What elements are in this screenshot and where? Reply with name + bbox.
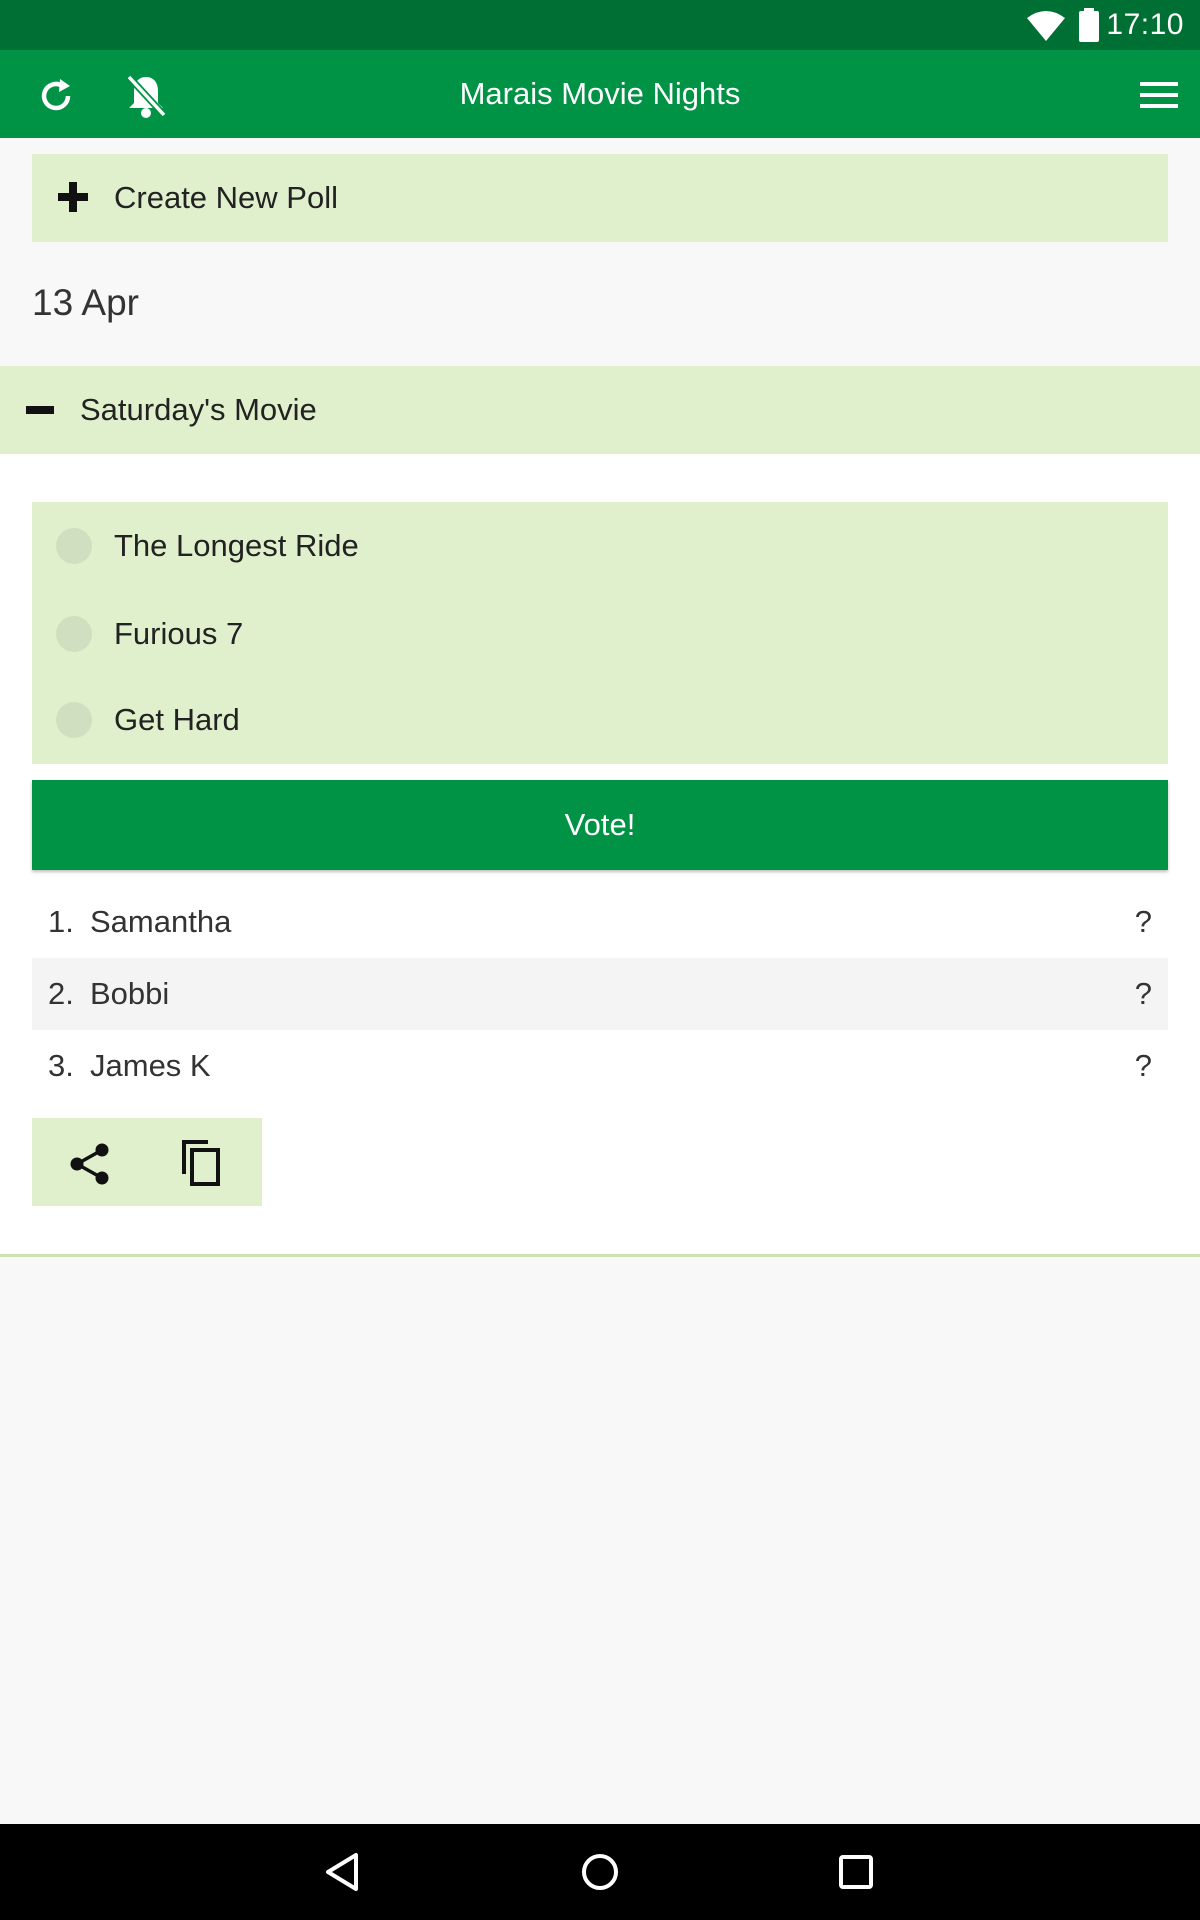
home-icon[interactable] bbox=[580, 1850, 620, 1899]
poll-actions bbox=[32, 1118, 262, 1206]
voter-list: 1. Samantha ? 2. Bobbi ? 3. James K ? bbox=[32, 886, 1168, 1102]
minus-icon bbox=[26, 406, 54, 414]
date-heading: 13 Apr bbox=[32, 282, 139, 323]
voter-number: 1. bbox=[48, 904, 74, 939]
voter-status: ? bbox=[1134, 904, 1152, 939]
radio-button[interactable] bbox=[56, 702, 92, 738]
radio-button[interactable] bbox=[56, 528, 92, 564]
voter-status: ? bbox=[1134, 976, 1152, 1011]
voter-number: 2. bbox=[48, 976, 74, 1011]
voter-number: 3. bbox=[48, 1048, 74, 1083]
back-icon[interactable] bbox=[322, 1850, 362, 1899]
navigation-bar bbox=[0, 1824, 1200, 1920]
wifi-icon bbox=[1026, 10, 1066, 47]
copy-icon[interactable] bbox=[180, 1138, 224, 1186]
divider bbox=[0, 1254, 1200, 1257]
option-label: Furious 7 bbox=[114, 616, 244, 651]
poll-options: The Longest Ride Furious 7 Get Hard bbox=[32, 502, 1168, 764]
voter-name: Bobbi bbox=[90, 976, 170, 1011]
list-item: 2. Bobbi ? bbox=[32, 958, 1168, 1030]
poll-option[interactable]: Furious 7 bbox=[32, 598, 1168, 668]
status-time: 17:10 bbox=[1106, 8, 1184, 41]
vote-button[interactable]: Vote! bbox=[32, 780, 1168, 870]
option-label: Get Hard bbox=[114, 702, 240, 737]
app-title: Marais Movie Nights bbox=[459, 76, 741, 111]
poll-option[interactable]: The Longest Ride bbox=[32, 510, 1168, 580]
poll-title: Saturday's Movie bbox=[80, 392, 317, 427]
voter-name: James K bbox=[90, 1048, 211, 1083]
voter-name: Samantha bbox=[90, 904, 232, 939]
app-bar: Marais Movie Nights bbox=[0, 50, 1200, 138]
voter-status: ? bbox=[1134, 1048, 1152, 1083]
create-poll-label: Create New Poll bbox=[114, 180, 338, 215]
menu-icon[interactable] bbox=[1134, 72, 1184, 118]
option-label: The Longest Ride bbox=[114, 528, 359, 563]
recents-icon[interactable] bbox=[838, 1852, 874, 1897]
share-icon[interactable] bbox=[68, 1142, 112, 1186]
list-item: 3. James K ? bbox=[32, 1030, 1168, 1102]
create-poll-button[interactable]: Create New Poll bbox=[32, 154, 1168, 242]
list-item: 1. Samantha ? bbox=[32, 886, 1168, 958]
battery-icon bbox=[1078, 8, 1100, 47]
radio-button[interactable] bbox=[56, 616, 92, 652]
plus-icon bbox=[58, 182, 88, 217]
status-bar: 17:10 bbox=[0, 0, 1200, 50]
poll-header[interactable]: Saturday's Movie bbox=[0, 366, 1200, 454]
poll-option[interactable]: Get Hard bbox=[32, 684, 1168, 754]
